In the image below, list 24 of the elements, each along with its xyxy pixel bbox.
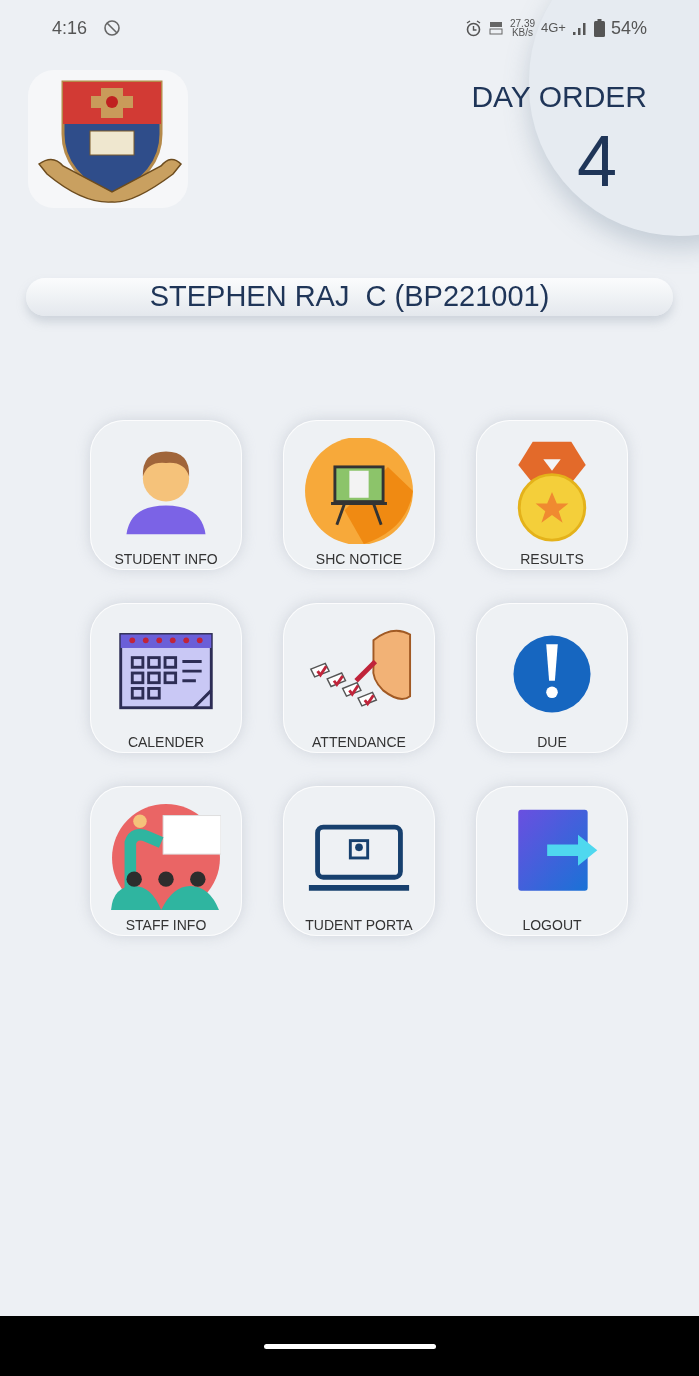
signal-icon xyxy=(571,21,588,35)
menu-tile[interactable]: SHC NOTICE xyxy=(283,420,435,570)
menu-tile[interactable]: TUDENT PORTA xyxy=(283,786,435,936)
battery-icon xyxy=(593,19,605,37)
menu-tile[interactable]: CALENDER xyxy=(90,603,242,753)
network-type: 4G+ xyxy=(541,19,566,38)
notice-board-icon xyxy=(304,438,414,544)
network-speed-unit: KB/s xyxy=(511,28,534,37)
alarm-icon xyxy=(465,19,482,37)
menu-tile[interactable]: STAFF INFO xyxy=(90,786,242,936)
network-speed: 27.39 xyxy=(510,19,536,28)
day-order-label: DAY ORDER xyxy=(471,79,647,115)
status-time: 4:16 xyxy=(52,16,88,40)
presenter-icon xyxy=(111,804,221,910)
day-order-number: 4 xyxy=(576,125,617,197)
menu-tile[interactable]: RESULTS xyxy=(476,420,628,570)
menu-tile[interactable]: STUDENT INFO xyxy=(90,420,242,570)
student-name: STEPHEN RAJ C (BP221001) xyxy=(149,279,550,315)
menu-tile[interactable]: LOGOUT xyxy=(476,786,628,936)
menu-tile[interactable]: DUE xyxy=(476,603,628,753)
home-indicator[interactable] xyxy=(263,1343,436,1349)
menu-tile[interactable]: ATTENDANCE xyxy=(283,603,435,753)
no-sync-icon xyxy=(103,19,122,37)
battery-level: 54% xyxy=(610,16,647,40)
